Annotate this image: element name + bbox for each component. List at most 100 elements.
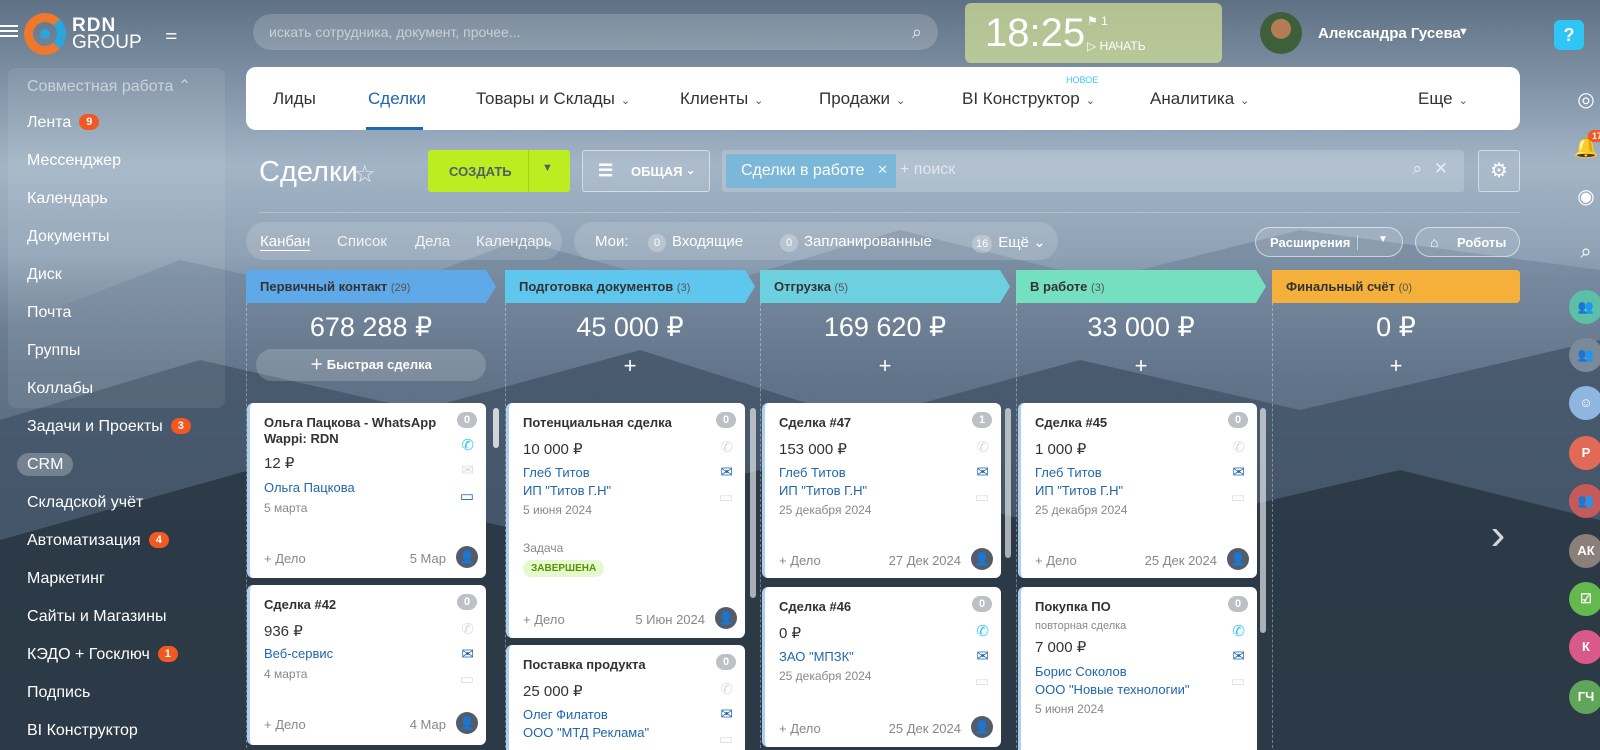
view-activities[interactable]: Дела <box>415 233 450 250</box>
search-icon[interactable]: ⌕ <box>1412 159 1422 179</box>
deal-contact[interactable]: Ольга Пацкова <box>264 480 355 495</box>
responsible-user-icon[interactable]: 👤 <box>971 548 993 570</box>
deal-card[interactable]: Сделка #46 0 0 ₽ ЗАО "МПЗК" 25 декабря 2… <box>762 587 1001 747</box>
left-menu-item-kedo[interactable]: КЭДО + Госключ 1 <box>27 646 178 664</box>
deal-company[interactable]: ООО "Новые технологии" <box>1035 682 1190 697</box>
left-menu-item-bi[interactable]: BI Конструктор <box>27 722 138 740</box>
mail-icon[interactable]: ✉ <box>461 461 474 479</box>
deal-title[interactable]: Ольга Пацкова - WhatsApp Wappi: RDN <box>264 415 449 447</box>
nav-leads[interactable]: Лиды <box>273 89 316 109</box>
kanban-next-arrow-icon[interactable]: › <box>1468 505 1528 565</box>
extensions-button[interactable]: Расширения ▼ <box>1255 227 1403 257</box>
phone-icon[interactable]: ✆ <box>976 622 989 640</box>
robots-button[interactable]: ⌂ Роботы <box>1415 227 1520 257</box>
add-activity-link[interactable]: + Дело <box>779 721 821 736</box>
column-header[interactable]: Отгрузка (5) <box>760 270 1010 303</box>
responsible-user-icon[interactable]: 👤 <box>971 716 993 738</box>
chat-list-icon[interactable]: ◉ <box>1572 183 1600 211</box>
column-header[interactable]: Финальный счёт (0) <box>1272 270 1520 303</box>
deal-card[interactable]: Сделка #42 0 936 ₽ Веб-сервис 4 марта ✆ … <box>247 585 486 745</box>
nav-deals[interactable]: Сделки <box>368 89 426 109</box>
contact-avatar[interactable]: Р <box>1569 436 1600 470</box>
responsible-user-icon[interactable]: 👤 <box>456 546 478 568</box>
extensions-dropdown-icon[interactable]: ▼ <box>1378 234 1388 245</box>
contact-group-icon[interactable]: 👥 <box>1569 338 1600 372</box>
create-dropdown-icon[interactable]: ▼ <box>542 162 553 174</box>
settings-gear-button[interactable]: ⚙ <box>1478 150 1520 192</box>
search-icon[interactable]: ⌕ <box>912 22 922 43</box>
phone-icon[interactable]: ✆ <box>976 438 989 456</box>
deal-contact[interactable]: Глеб Титов <box>779 465 846 480</box>
contact-group-icon[interactable]: 👥 <box>1569 290 1600 324</box>
left-menu-item-collabs[interactable]: Коллабы <box>27 380 93 398</box>
phone-icon[interactable]: ✆ <box>1232 622 1245 640</box>
deal-title[interactable]: Покупка ПО <box>1035 599 1220 615</box>
column-header[interactable]: Подготовка документов (3) <box>505 270 755 303</box>
column-scrollbar[interactable] <box>493 408 499 448</box>
mail-icon[interactable]: ✉ <box>1232 463 1245 481</box>
chat-icon[interactable]: ▭ <box>460 670 474 688</box>
phone-icon[interactable]: ✆ <box>1232 438 1245 456</box>
global-search-input[interactable]: искать сотрудника, документ, прочее... ⌕ <box>253 14 938 50</box>
add-activity-link[interactable]: + Дело <box>779 553 821 568</box>
phone-icon[interactable]: ✆ <box>720 438 733 456</box>
deal-contact[interactable]: Глеб Титов <box>1035 465 1102 480</box>
user-chevron-down-icon[interactable]: ▼ <box>1458 26 1469 38</box>
left-menu-item-disk[interactable]: Диск <box>27 266 62 284</box>
deal-company[interactable]: ИП "Титов Г.Н" <box>779 483 867 498</box>
chat-icon[interactable]: ▭ <box>460 487 474 505</box>
left-menu-item-mail[interactable]: Почта <box>27 304 71 322</box>
create-button[interactable]: СОЗДАТЬ ▼ <box>428 150 570 192</box>
pulse-icon[interactable]: ◎ <box>1572 86 1600 114</box>
column-header[interactable]: В работе (3) <box>1016 270 1266 303</box>
contact-avatar[interactable]: ГЧ <box>1569 680 1600 714</box>
mail-icon[interactable]: ✉ <box>1232 647 1245 665</box>
left-menu-item-sign[interactable]: Подпись <box>27 684 90 702</box>
deal-company[interactable]: ИП "Титов Г.Н" <box>1035 483 1123 498</box>
deal-card[interactable]: Поставка продукта 0 25 000 ₽ Олег Филато… <box>506 645 745 750</box>
deal-title[interactable]: Сделка #45 <box>1035 415 1220 431</box>
left-menu-item-crm[interactable]: CRM <box>17 453 74 476</box>
deal-card[interactable]: Покупка ПО 0 повторная сделка 7 000 ₽ Бо… <box>1018 587 1257 750</box>
chat-icon[interactable]: ▭ <box>1231 488 1245 506</box>
nav-analytics[interactable]: Аналитика ⌄ <box>1150 89 1249 109</box>
contact-avatar[interactable]: К <box>1569 630 1600 664</box>
chat-icon[interactable]: ▭ <box>1231 672 1245 690</box>
phone-icon[interactable]: ✆ <box>461 620 474 638</box>
mail-icon[interactable]: ✉ <box>720 705 733 723</box>
left-menu-header[interactable]: Совместная работа ⌃ <box>27 76 191 96</box>
mail-icon[interactable]: ✉ <box>461 645 474 663</box>
left-menu-item-marketing[interactable]: Маркетинг <box>27 570 105 588</box>
chat-icon[interactable]: ▭ <box>719 730 733 748</box>
chat-icon[interactable]: ▭ <box>719 488 733 506</box>
left-menu-item-tasks[interactable]: Задачи и Проекты 3 <box>27 418 191 436</box>
quick-deal-button[interactable]: ＋ Быстрая сделка <box>256 349 486 381</box>
add-deal-button[interactable]: + <box>760 349 1010 383</box>
deal-title[interactable]: Сделка #47 <box>779 415 964 431</box>
view-calendar[interactable]: Календарь <box>476 233 552 250</box>
filter-chip[interactable]: Сделки в работе ✕ <box>726 154 896 188</box>
view-kanban[interactable]: Канбан <box>260 233 311 251</box>
mail-icon[interactable]: ✉ <box>720 463 733 481</box>
company-logo[interactable]: RDN GROUP <box>24 13 142 55</box>
left-menu-item-warehouse[interactable]: Складской учёт <box>27 494 143 512</box>
left-menu-item-sites[interactable]: Сайты и Магазины <box>27 608 166 626</box>
add-deal-button[interactable]: + <box>1016 349 1266 383</box>
column-scrollbar[interactable] <box>1005 408 1011 558</box>
contact-group-icon[interactable]: 👥 <box>1569 484 1600 518</box>
favorite-star-icon[interactable]: ☆ <box>354 160 376 189</box>
nav-sales[interactable]: Продажи ⌄ <box>819 89 905 109</box>
phone-icon[interactable]: ✆ <box>461 436 474 454</box>
responsible-user-icon[interactable]: 👤 <box>1227 548 1249 570</box>
category-filter-button[interactable]: ☰ ОБЩАЯ ⌄ <box>582 150 710 192</box>
nav-more[interactable]: Еще ⌄ <box>1418 89 1468 109</box>
clear-icon[interactable]: ✕ <box>1434 159 1448 179</box>
deal-title[interactable]: Сделка #46 <box>779 599 964 615</box>
column-scrollbar[interactable] <box>1260 408 1266 633</box>
deal-company[interactable]: ООО "МТД Реклама" <box>523 725 649 740</box>
worktime-widget[interactable]: 18:25 ⚑ 1 ▷ НАЧАТЬ <box>965 3 1222 63</box>
column-header[interactable]: Первичный контакт (29) <box>246 270 496 303</box>
deal-card[interactable]: Сделка #45 0 1 000 ₽ Глеб Титов ИП "Тито… <box>1018 403 1257 578</box>
menu-burger-icon[interactable] <box>0 22 18 40</box>
contact-task-icon[interactable]: ☑ <box>1569 582 1600 616</box>
